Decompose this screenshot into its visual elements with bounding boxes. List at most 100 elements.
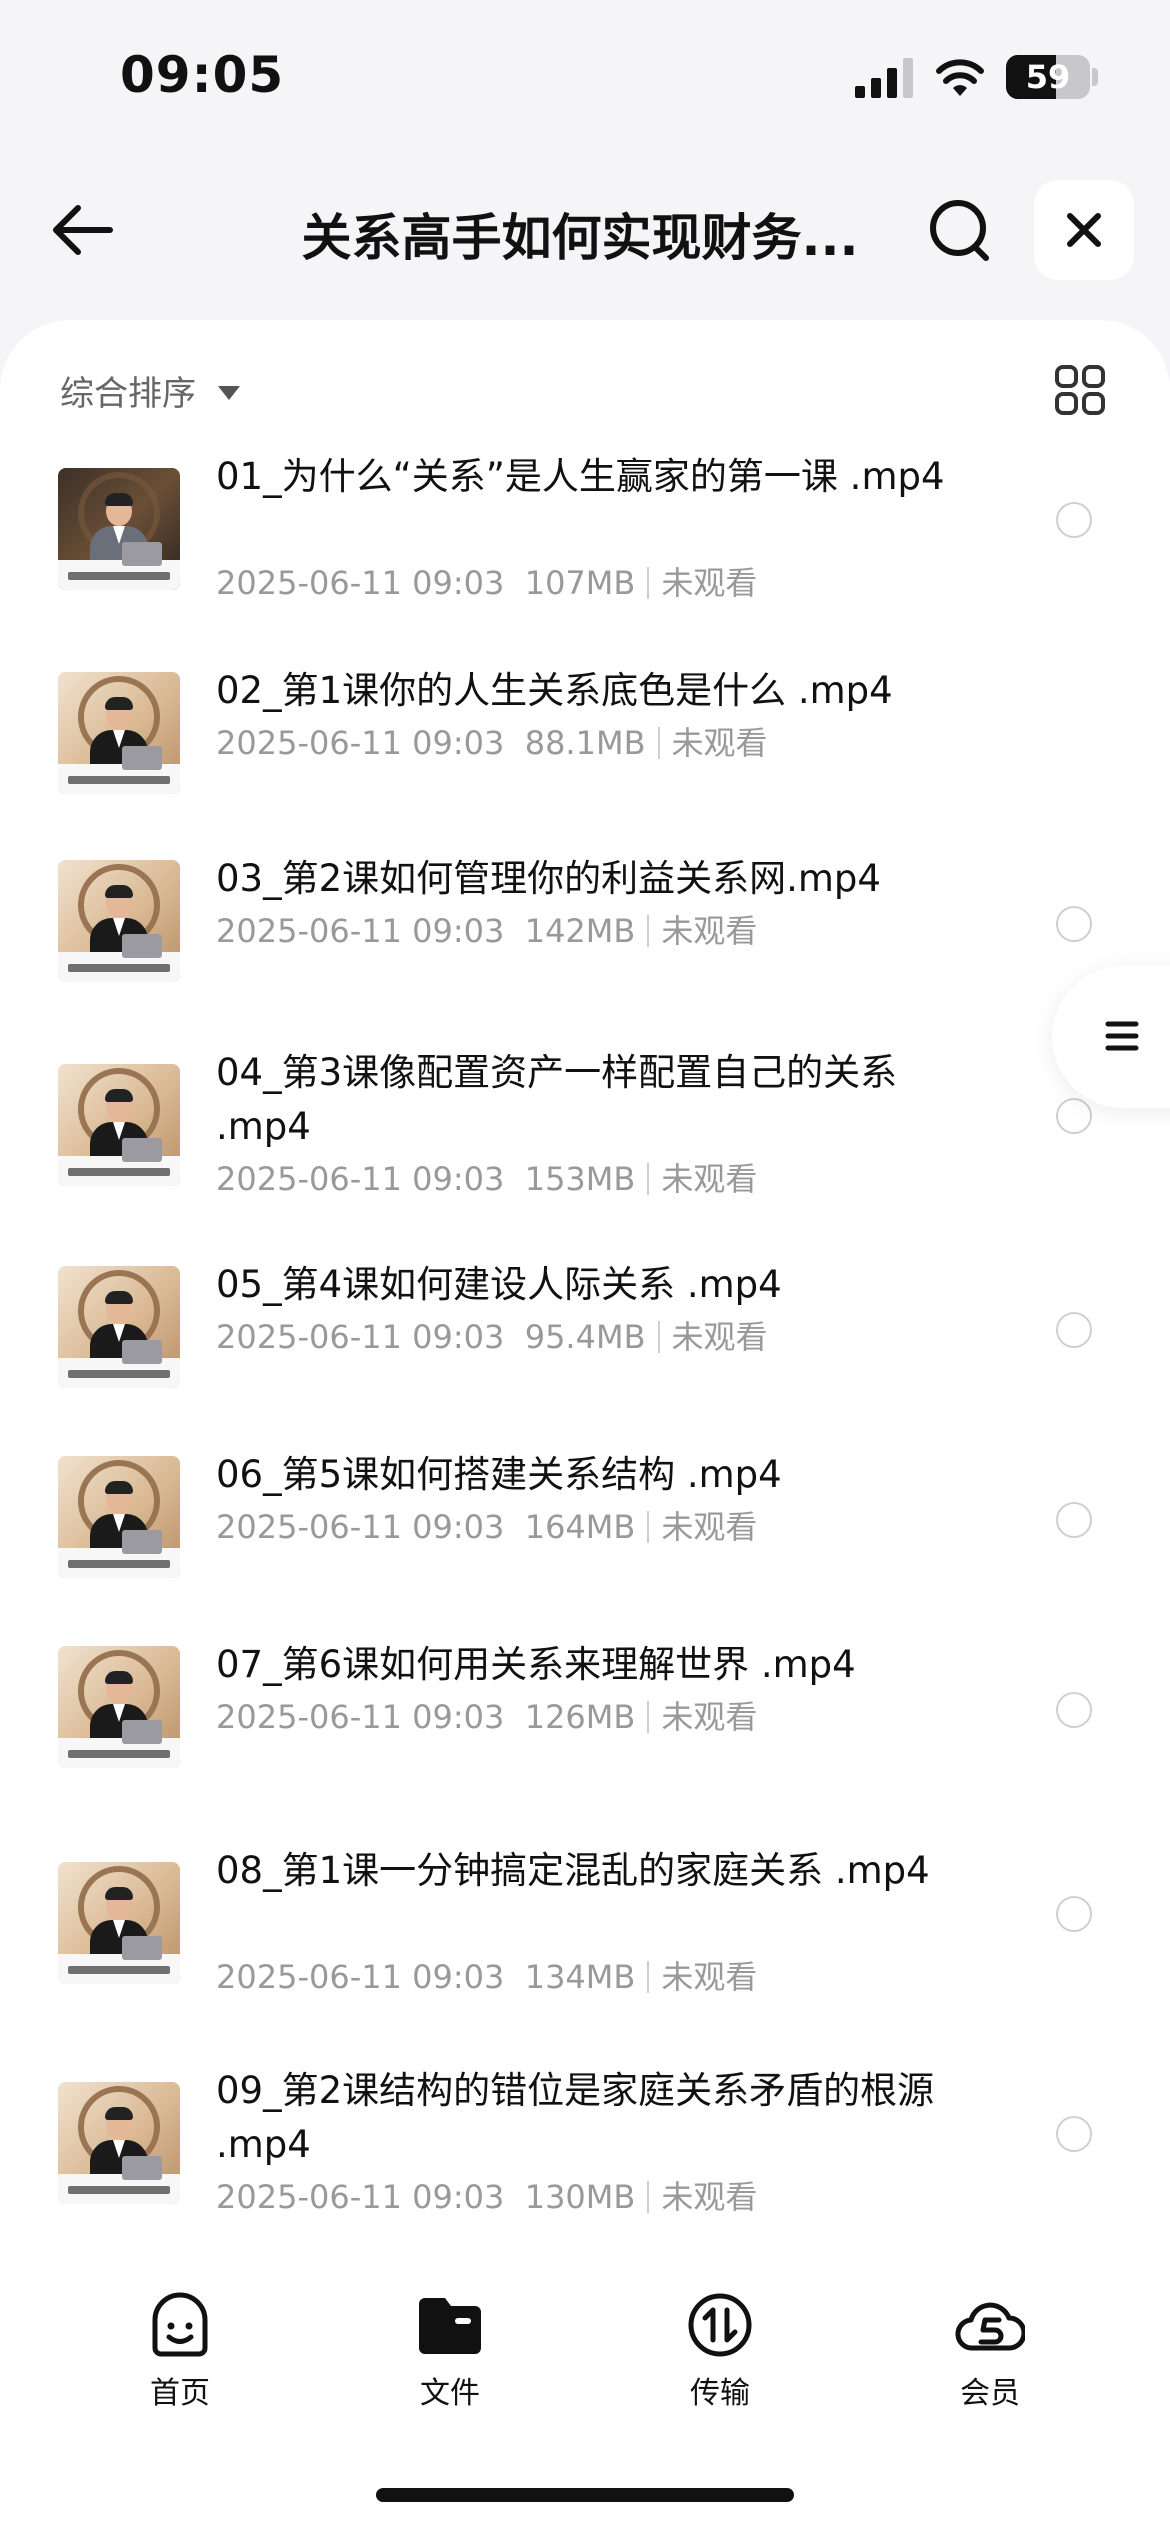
video-thumbnail bbox=[58, 2082, 180, 2204]
file-name: 06_第5课如何搭建关系结构 .mp4 bbox=[216, 1453, 782, 1496]
watch-status: 未观看 bbox=[661, 2178, 758, 2216]
meta-gap bbox=[504, 1508, 524, 1546]
file-list-item[interactable]: 01_为什么“关系”是人生赢家的第一课 .mp4 2025-06-11 09:03… bbox=[0, 455, 1170, 618]
file-size: 153MB bbox=[524, 1160, 636, 1198]
select-checkbox[interactable] bbox=[1056, 906, 1092, 942]
home-face-icon bbox=[152, 2292, 208, 2357]
close-button[interactable] bbox=[1034, 180, 1134, 280]
select-checkbox[interactable] bbox=[1056, 2116, 1092, 2152]
battery-indicator: 59 bbox=[1006, 55, 1090, 99]
video-thumbnail bbox=[58, 468, 180, 590]
watch-status: 未观看 bbox=[661, 1958, 758, 1996]
search-icon[interactable] bbox=[922, 192, 998, 268]
watch-status: 未观看 bbox=[671, 1318, 768, 1356]
video-thumbnail bbox=[58, 672, 180, 794]
meta-divider bbox=[647, 1511, 650, 1543]
file-list-item[interactable]: 08_第1课一分钟搞定混乱的家庭关系 .mp4 2025-06-11 09:03 … bbox=[0, 1849, 1170, 2012]
file-size: 134MB bbox=[524, 1958, 636, 1996]
video-thumbnail bbox=[58, 1064, 180, 1186]
file-list-item[interactable]: 02_第1课你的人生关系底色是什么 .mp4 2025-06-11 09:03 8… bbox=[0, 669, 1170, 794]
meta-divider bbox=[657, 1321, 660, 1353]
meta-divider bbox=[647, 567, 650, 599]
file-meta: 2025-06-11 09:03 142MB 未观看 bbox=[216, 906, 757, 952]
close-icon bbox=[1067, 213, 1101, 247]
file-meta: 2025-06-11 09:03 130MB 未观看 bbox=[216, 2172, 757, 2218]
file-name: 01_为什么“关系”是人生赢家的第一课 .mp4 bbox=[216, 455, 945, 498]
video-thumbnail bbox=[58, 1646, 180, 1768]
file-size: 95.4MB bbox=[524, 1318, 646, 1356]
meta-divider bbox=[647, 1163, 650, 1195]
meta-gap bbox=[504, 1958, 524, 1996]
file-size: 126MB bbox=[524, 1698, 636, 1736]
file-date: 2025-06-11 09:03 bbox=[216, 912, 505, 950]
file-date: 2025-06-11 09:03 bbox=[216, 1698, 505, 1736]
tab-member[interactable]: 会员 bbox=[910, 2290, 1070, 2420]
file-meta: 2025-06-11 09:03 134MB 未观看 bbox=[216, 1952, 757, 1998]
transfer-icon bbox=[688, 2293, 752, 2357]
status-time: 09:05 bbox=[120, 46, 285, 104]
select-checkbox[interactable] bbox=[1056, 1896, 1092, 1932]
file-meta: 2025-06-11 09:03 88.1MB 未观看 bbox=[216, 718, 768, 764]
file-list-panel: 综合排序 01_为什么“关系”是人生赢家的第一课 .mp4 2025-06-11 … bbox=[0, 320, 1170, 2532]
file-date: 2025-06-11 09:03 bbox=[216, 2178, 505, 2216]
watch-status: 未观看 bbox=[661, 1698, 758, 1736]
file-list-item[interactable]: 09_第2课结构的错位是家庭关系矛盾的根源 .mp4 2025-06-11 09:… bbox=[0, 2069, 1170, 2232]
file-date: 2025-06-11 09:03 bbox=[216, 1160, 505, 1198]
meta-divider bbox=[647, 1961, 650, 1993]
grid-view-icon[interactable] bbox=[1054, 364, 1106, 416]
tab-home-label: 首页 bbox=[150, 2376, 210, 2411]
meta-gap bbox=[504, 1318, 524, 1356]
file-list-item[interactable]: 04_第3课像配置资产一样配置自己的关系 .mp4 2025-06-11 09:0… bbox=[0, 1051, 1170, 1214]
meta-divider bbox=[657, 727, 660, 759]
meta-divider bbox=[647, 1701, 650, 1733]
file-list-item[interactable]: 06_第5课如何搭建关系结构 .mp4 2025-06-11 09:03 164M… bbox=[0, 1453, 1170, 1578]
select-checkbox[interactable] bbox=[1056, 1502, 1092, 1538]
file-meta: 2025-06-11 09:03 95.4MB 未观看 bbox=[216, 1312, 768, 1358]
file-list-item[interactable]: 05_第4课如何建设人际关系 .mp4 2025-06-11 09:03 95.4… bbox=[0, 1263, 1170, 1388]
file-date: 2025-06-11 09:03 bbox=[216, 1508, 505, 1546]
file-meta: 2025-06-11 09:03 164MB 未观看 bbox=[216, 1502, 757, 1548]
watch-status: 未观看 bbox=[661, 912, 758, 950]
tab-files[interactable]: 文件 bbox=[370, 2290, 530, 2420]
file-date: 2025-06-11 09:03 bbox=[216, 1958, 505, 1996]
meta-gap bbox=[504, 2178, 524, 2216]
member-cloud-icon bbox=[955, 2302, 1025, 2351]
tab-transfer[interactable]: 传输 bbox=[640, 2290, 800, 2420]
watch-status: 未观看 bbox=[661, 1508, 758, 1546]
watch-status: 未观看 bbox=[671, 724, 768, 762]
sort-label: 综合排序 bbox=[60, 374, 196, 414]
file-name: 02_第1课你的人生关系底色是什么 .mp4 bbox=[216, 669, 893, 712]
page-title: 关系高手如何实现财务... bbox=[301, 209, 859, 267]
file-size: 88.1MB bbox=[524, 724, 646, 762]
file-list-item[interactable]: 03_第2课如何管理你的利益关系网.mp4 2025-06-11 09:03 14… bbox=[0, 857, 1170, 982]
select-checkbox[interactable] bbox=[1056, 502, 1092, 538]
sort-dropdown[interactable]: 综合排序 bbox=[60, 366, 240, 415]
file-size: 142MB bbox=[524, 912, 636, 950]
meta-gap bbox=[504, 564, 524, 602]
file-name: 09_第2课结构的错位是家庭关系矛盾的根源 .mp4 bbox=[216, 2069, 935, 2166]
file-date: 2025-06-11 09:03 bbox=[216, 564, 505, 602]
file-name: 03_第2课如何管理你的利益关系网.mp4 bbox=[216, 857, 881, 900]
meta-gap bbox=[504, 912, 524, 950]
tab-home[interactable]: 首页 bbox=[100, 2290, 260, 2420]
meta-gap bbox=[504, 724, 524, 762]
folder-icon bbox=[419, 2298, 481, 2354]
meta-gap bbox=[504, 1160, 524, 1198]
video-thumbnail bbox=[58, 860, 180, 982]
battery-tip bbox=[1092, 68, 1098, 86]
file-name: 08_第1课一分钟搞定混乱的家庭关系 .mp4 bbox=[216, 1849, 930, 1892]
meta-gap bbox=[504, 1698, 524, 1736]
cellular-signal-icon bbox=[855, 58, 913, 98]
file-list-item[interactable]: 07_第6课如何用关系来理解世界 .mp4 2025-06-11 09:03 12… bbox=[0, 1643, 1170, 1768]
back-arrow-icon[interactable] bbox=[44, 192, 120, 268]
meta-divider bbox=[647, 2181, 650, 2213]
caret-down-icon bbox=[218, 385, 240, 400]
file-meta: 2025-06-11 09:03 126MB 未观看 bbox=[216, 1692, 757, 1738]
file-name: 05_第4课如何建设人际关系 .mp4 bbox=[216, 1263, 782, 1306]
select-checkbox[interactable] bbox=[1056, 1312, 1092, 1348]
home-indicator bbox=[376, 2488, 794, 2502]
file-name: 04_第3课像配置资产一样配置自己的关系 .mp4 bbox=[216, 1051, 898, 1148]
file-date: 2025-06-11 09:03 bbox=[216, 724, 505, 762]
select-checkbox[interactable] bbox=[1056, 1098, 1092, 1134]
select-checkbox[interactable] bbox=[1056, 1692, 1092, 1728]
